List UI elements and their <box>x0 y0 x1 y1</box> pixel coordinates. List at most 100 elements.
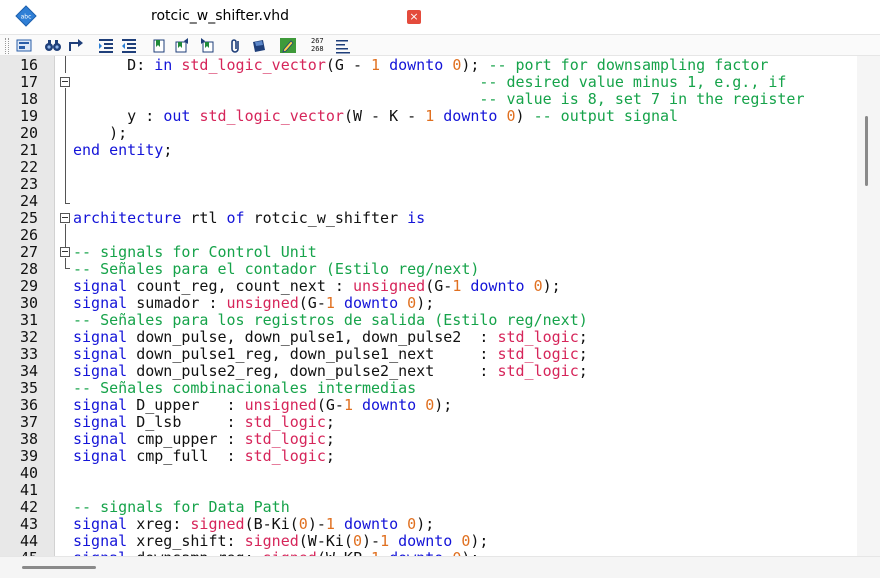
fold-toggle-icon[interactable] <box>60 247 70 257</box>
code-line[interactable]: -- signals for Data Path <box>73 499 290 516</box>
bookmark-next-icon[interactable] <box>174 37 192 54</box>
binoculars-icon[interactable] <box>44 37 62 54</box>
code-line[interactable]: -- value is 8, set 7 in the register <box>73 91 804 108</box>
code-editor[interactable]: 16 17 18 19 20 21 22 23 24 25 26 27 28 29 30 31 32 33 34 35… <box>0 56 880 567</box>
number-token: 1 <box>371 549 380 557</box>
comment-token: -- output signal <box>533 107 679 125</box>
type-token: unsigned <box>352 277 426 295</box>
code-line[interactable]: signal cmp_upper : std_logic; <box>73 431 335 448</box>
keyword-token: in <box>154 56 173 74</box>
code-line[interactable]: y : out std_logic_vector(W - K - 1 downt… <box>73 108 678 125</box>
code-line[interactable]: signal sumador : unsigned(G-1 downto 0); <box>73 295 434 312</box>
line-number: 42 <box>19 498 38 516</box>
code-token: (G- <box>298 294 326 312</box>
line-number: 40 <box>19 464 38 482</box>
keyword-token: signal <box>73 362 128 380</box>
bucket-icon[interactable] <box>250 37 268 54</box>
code-token: ); <box>416 294 435 312</box>
code-token: ; <box>163 141 173 159</box>
code-line[interactable]: end entity; <box>73 142 172 159</box>
toolbar-grip[interactable] <box>5 38 9 54</box>
code-token: ); <box>461 56 489 74</box>
fold-guide <box>65 88 66 203</box>
code-line[interactable]: signal xreg: signed(B-Ki(0)-1 downto 0); <box>73 516 434 533</box>
code-token: ; <box>578 328 588 346</box>
code-token: ; <box>325 447 335 465</box>
line-number: 22 <box>19 158 38 176</box>
code-token: rotcic_w_shifter <box>244 209 408 227</box>
bookmark-icon[interactable] <box>151 37 169 54</box>
code-line[interactable]: signal down_pulse1_reg, down_pulse1_next… <box>73 346 588 363</box>
number-token: 1 <box>425 107 435 125</box>
code-token: down_pulse2_reg, down_pulse2_next : <box>127 362 498 380</box>
code-text-area[interactable]: D: in std_logic_vector(G - 1 downto 0); … <box>73 56 857 557</box>
code-line[interactable]: signal down_pulse2_reg, down_pulse2_next… <box>73 363 588 380</box>
close-tab-icon[interactable]: × <box>407 10 421 24</box>
counter-top: 267 <box>311 37 324 45</box>
type-token: std_logic <box>244 447 326 465</box>
number-token: 1 <box>452 277 462 295</box>
code-token: count_reg, count_next : <box>127 277 353 295</box>
code-line[interactable]: -- Señales para el contador (Estilo reg/… <box>73 261 479 278</box>
vertical-scroll-thumb[interactable] <box>865 116 868 186</box>
goto-icon[interactable] <box>67 37 85 54</box>
number-token: 1 <box>380 532 390 550</box>
pencil-icon[interactable] <box>279 37 297 54</box>
code-line[interactable]: D: in std_logic_vector(G - 1 downto 0); … <box>73 57 768 74</box>
code-token: )- <box>362 532 381 550</box>
code-line[interactable]: architecture rtl of rotcic_w_shifter is <box>73 210 425 227</box>
project-icon[interactable] <box>15 37 33 54</box>
attach-icon[interactable] <box>227 37 245 54</box>
fold-toggle-icon[interactable] <box>60 77 70 87</box>
code-token: ; <box>578 345 588 363</box>
line-number: 33 <box>19 345 38 363</box>
type-token: std_logic <box>497 345 579 363</box>
line-number: 43 <box>19 515 38 533</box>
code-line[interactable]: -- Señales para los registros de salida … <box>73 312 588 329</box>
number-token: 1 <box>325 515 335 533</box>
code-line[interactable]: signal D_lsb : std_logic; <box>73 414 335 431</box>
tab-filename[interactable]: rotcic_w_shifter.vhd <box>151 8 289 24</box>
code-token: (G- <box>425 277 453 295</box>
number-token: 0 <box>452 549 461 557</box>
fold-toggle-icon[interactable] <box>60 213 70 223</box>
line-number: 38 <box>19 430 38 448</box>
code-line[interactable]: signal down_pulse, down_pulse1, down_pul… <box>73 329 588 346</box>
horizontal-scroll-thumb[interactable] <box>22 566 96 569</box>
line-number: 24 <box>19 192 38 210</box>
horizontal-scrollbar[interactable] <box>0 556 880 578</box>
code-line[interactable]: signal cmp_full : std_logic; <box>73 448 335 465</box>
counter-icon[interactable]: 267 268 <box>311 37 324 53</box>
vertical-scrollbar[interactable] <box>857 56 880 556</box>
code-line[interactable]: -- signals for Control Unit <box>73 244 317 261</box>
list-icon[interactable] <box>334 37 352 54</box>
comment-token: -- Señales combinacionales intermedias <box>73 379 417 397</box>
code-token: y : <box>73 107 164 125</box>
line-number: 28 <box>19 260 38 278</box>
code-line[interactable]: ); <box>73 125 127 142</box>
keyword-token: signal <box>73 345 128 363</box>
code-line[interactable]: -- Señales combinacionales intermedias <box>73 380 416 397</box>
code-token: ) <box>515 107 534 125</box>
indent-icon[interactable] <box>97 37 115 54</box>
type-token: signed <box>263 549 317 557</box>
line-number: 19 <box>19 107 38 125</box>
outdent-icon[interactable] <box>120 37 138 54</box>
code-line[interactable]: signal xreg_shift: signed(W-Ki(0)-1 down… <box>73 533 488 550</box>
type-token: unsigned <box>226 294 299 312</box>
number-token: 1 <box>343 396 353 414</box>
keyword-token: end <box>73 141 101 159</box>
code-line[interactable]: signal D_upper : unsigned(G-1 downto 0); <box>73 397 452 414</box>
comment-token: -- signals for Control Unit <box>73 243 317 261</box>
bookmark-prev-icon[interactable] <box>197 37 215 54</box>
code-line[interactable]: signal count_reg, count_next : unsigned(… <box>73 278 561 295</box>
fold-guide <box>65 258 66 268</box>
tab-bar: abc rotcic_w_shifter.vhd × <box>0 0 880 34</box>
keyword-token: downto <box>389 549 443 557</box>
code-line[interactable]: -- desired value minus 1, e.g., if <box>73 74 786 91</box>
